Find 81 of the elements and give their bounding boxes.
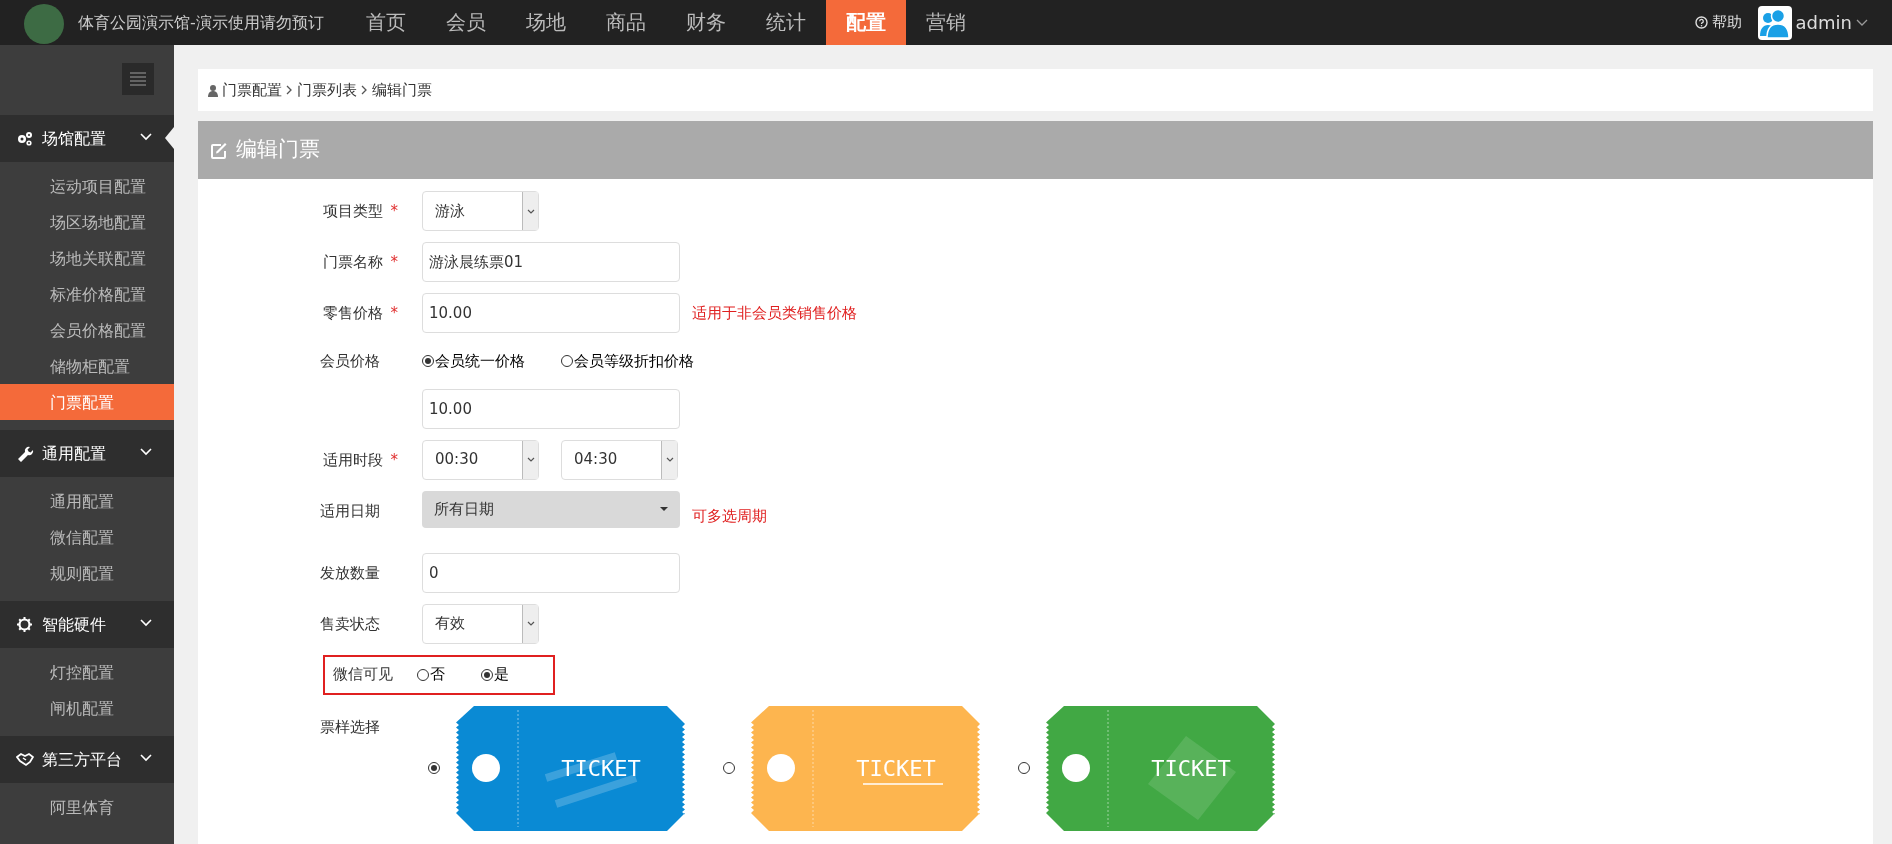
- field-label: 项目类型: [322, 202, 383, 220]
- dropdown-field[interactable]: 所有日期: [422, 490, 680, 528]
- field-label: 零售价格: [322, 304, 383, 322]
- chevron-icon: [286, 85, 293, 95]
- required-asterisk: *: [390, 202, 398, 220]
- select-field[interactable]: 游泳: [422, 191, 539, 231]
- required-asterisk: *: [390, 450, 398, 469]
- radio-option[interactable]: 会员等级折扣价格: [561, 350, 694, 373]
- nav-tab[interactable]: 场地: [505, 0, 586, 45]
- field-label: 适用时段: [322, 450, 383, 469]
- breadcrumb-link[interactable]: 门票列表: [297, 78, 357, 102]
- breadcrumb-current: 编辑门票: [372, 79, 432, 101]
- menu-toggle-button[interactable]: [122, 63, 154, 95]
- field-label: 门票名称: [322, 253, 383, 271]
- caret-icon: [1856, 19, 1868, 26]
- breadcrumb-link[interactable]: 门票配置: [222, 78, 282, 102]
- caret-icon: [660, 507, 668, 511]
- menu-icon: [130, 72, 146, 86]
- avatar-icon: [1757, 5, 1792, 40]
- input-field[interactable]: 10.00: [422, 293, 680, 333]
- input-field[interactable]: 游泳晨练票01: [422, 242, 680, 282]
- field-label: 会员价格: [320, 352, 380, 370]
- panel-title: 编辑门票: [236, 136, 320, 164]
- sidebar-item[interactable]: 场地关联配置: [0, 240, 174, 276]
- logo-image: [24, 3, 64, 44]
- nav-tab[interactable]: 首页: [345, 0, 426, 45]
- nav-tab[interactable]: 营销: [905, 0, 986, 45]
- input-field[interactable]: 0: [422, 552, 680, 593]
- sidebar-item[interactable]: 储物柜配置: [0, 348, 174, 384]
- help-icon: [1694, 16, 1708, 29]
- required-asterisk: *: [390, 304, 398, 322]
- field-label: 售卖状态: [320, 614, 380, 633]
- sidebar-item[interactable]: 会员价格配置: [0, 312, 174, 348]
- field-label: 票样选择: [320, 717, 380, 736]
- hint-text: 可多选周期: [692, 505, 767, 527]
- nav-tab[interactable]: 财务: [665, 0, 746, 45]
- sidebar-group-header[interactable]: 场馆配置: [0, 115, 174, 162]
- select-field[interactable]: 00:30: [422, 439, 539, 480]
- ticket-drawing: TICKET: [456, 705, 685, 831]
- nav-tab[interactable]: 统计: [745, 0, 826, 45]
- caret-icon: [526, 621, 535, 626]
- sidebar-item[interactable]: 规则配置: [0, 555, 174, 591]
- wrench-icon: [16, 444, 34, 463]
- radio-option[interactable]: 会员统一价格: [422, 350, 525, 373]
- sidebar-item[interactable]: 阿里体育: [0, 789, 174, 825]
- select-field[interactable]: 有效: [422, 603, 539, 644]
- user-name[interactable]: admin: [1795, 9, 1852, 36]
- user-icon: [208, 83, 218, 97]
- sidebar-item[interactable]: 灯控配置: [0, 654, 174, 690]
- sidebar-group-header[interactable]: 智能硬件: [0, 601, 174, 648]
- sidebar-item[interactable]: 通用配置: [0, 483, 174, 519]
- gears-icon: [16, 129, 34, 148]
- chevron-icon: [361, 85, 368, 95]
- radio-option[interactable]: 否: [417, 663, 445, 686]
- sidebar-group-header[interactable]: 通用配置: [0, 430, 174, 477]
- edit-icon: [210, 141, 228, 159]
- sidebar-group-header[interactable]: 第三方平台: [0, 736, 174, 783]
- sidebar-item[interactable]: 标准价格配置: [0, 276, 174, 312]
- pointer-arrow-icon: [165, 127, 174, 149]
- field-label: 适用日期: [320, 501, 380, 520]
- caret-icon: [526, 457, 535, 462]
- sidebar-item[interactable]: 场区场地配置: [0, 204, 174, 240]
- nav-tab[interactable]: 会员: [425, 0, 506, 45]
- site-title: 体育公园演示馆-演示使用请勿预订: [78, 11, 324, 34]
- field-label: 微信可见: [333, 665, 393, 684]
- sidebar-item[interactable]: 闸机配置: [0, 690, 174, 726]
- caret-icon: [526, 208, 535, 214]
- select-field[interactable]: 04:30: [561, 439, 678, 480]
- help-link[interactable]: 帮助: [1694, 11, 1742, 34]
- caret-icon: [665, 457, 674, 462]
- ticket-drawing: TICKET: [1046, 705, 1275, 831]
- required-asterisk: *: [390, 253, 398, 271]
- ticket-drawing: TICKET: [751, 705, 980, 831]
- cog-icon: [16, 615, 34, 634]
- input-field[interactable]: 10.00: [422, 388, 680, 429]
- field-label: 发放数量: [320, 563, 380, 582]
- nav-tab[interactable]: 商品: [585, 0, 666, 45]
- sidebar-item[interactable]: 微信配置: [0, 519, 174, 555]
- radio-option[interactable]: 是: [481, 663, 509, 686]
- sidebar-item[interactable]: 运动项目配置: [0, 168, 174, 204]
- hint-text: 适用于非会员类销售价格: [692, 302, 857, 324]
